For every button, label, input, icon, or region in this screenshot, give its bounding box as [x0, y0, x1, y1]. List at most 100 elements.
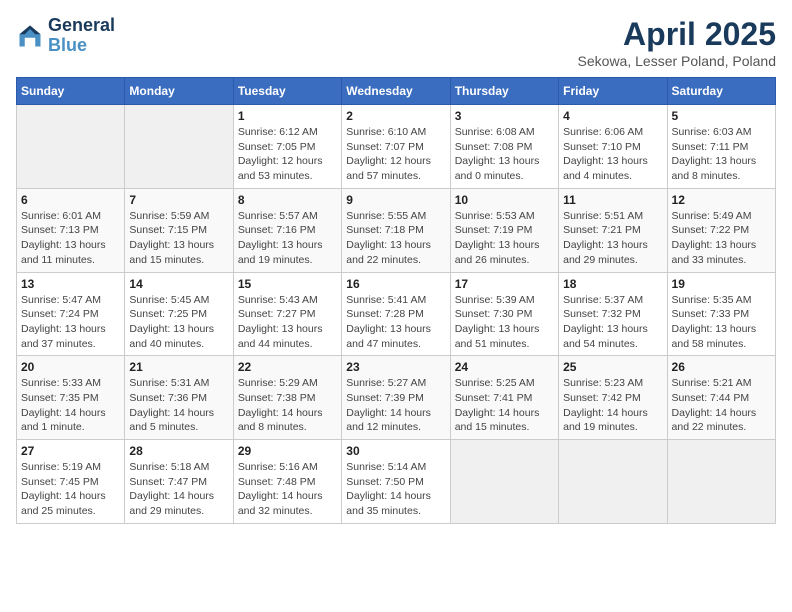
day-number: 17: [455, 277, 554, 291]
day-number: 8: [238, 193, 337, 207]
day-number: 15: [238, 277, 337, 291]
calendar-cell: 18 Sunrise: 5:37 AMSunset: 7:32 PMDayligh…: [559, 272, 667, 356]
calendar-cell: 25Sunrise: 5:23 AMSunset: 7:42 PMDayligh…: [559, 356, 667, 440]
calendar-week-row: 27Sunrise: 5:19 AMSunset: 7:45 PMDayligh…: [17, 440, 776, 524]
day-number: 24: [455, 360, 554, 374]
day-number: 5: [672, 109, 771, 123]
day-number: 3: [455, 109, 554, 123]
day-number: 25: [563, 360, 662, 374]
logo-icon: [16, 22, 44, 50]
calendar-cell: 27Sunrise: 5:19 AMSunset: 7:45 PMDayligh…: [17, 440, 125, 524]
weekday-row: SundayMondayTuesdayWednesdayThursdayFrid…: [17, 78, 776, 105]
page-header: General Blue April 2025 Sekowa, Lesser P…: [16, 16, 776, 69]
day-info: Sunrise: 5:41 AMSunset: 7:28 PMDaylight:…: [346, 293, 445, 352]
day-info: Sunrise: 5:53 AMSunset: 7:19 PMDaylight:…: [455, 209, 554, 268]
day-number: 14: [129, 277, 228, 291]
calendar-table: SundayMondayTuesdayWednesdayThursdayFrid…: [16, 77, 776, 524]
day-number: 20: [21, 360, 120, 374]
day-info: Sunrise: 5:27 AMSunset: 7:39 PMDaylight:…: [346, 376, 445, 435]
day-number: 22: [238, 360, 337, 374]
calendar-cell: 26 Sunrise: 5:21 AMSunset: 7:44 PMDayligh…: [667, 356, 775, 440]
calendar-cell: 4 Sunrise: 6:06 AMSunset: 7:10 PMDaylight…: [559, 105, 667, 189]
calendar-cell: 23 Sunrise: 5:27 AMSunset: 7:39 PMDayligh…: [342, 356, 450, 440]
day-info: Sunrise: 5:51 AMSunset: 7:21 PMDaylight:…: [563, 209, 662, 268]
calendar-cell: 22 Sunrise: 5:29 AMSunset: 7:38 PMDayligh…: [233, 356, 341, 440]
weekday-header: Wednesday: [342, 78, 450, 105]
day-number: 10: [455, 193, 554, 207]
day-info: Sunrise: 5:31 AMSunset: 7:36 PMDaylight:…: [129, 376, 228, 435]
calendar-cell: 3 Sunrise: 6:08 AMSunset: 7:08 PMDaylight…: [450, 105, 558, 189]
calendar-week-row: 13Sunrise: 5:47 AMSunset: 7:24 PMDayligh…: [17, 272, 776, 356]
day-info: Sunrise: 5:19 AMSunset: 7:45 PMDaylight:…: [21, 460, 120, 519]
weekday-header: Saturday: [667, 78, 775, 105]
day-info: Sunrise: 5:29 AMSunset: 7:38 PMDaylight:…: [238, 376, 337, 435]
calendar-cell: [559, 440, 667, 524]
calendar-cell: 14 Sunrise: 5:45 AMSunset: 7:25 PMDayligh…: [125, 272, 233, 356]
calendar-cell: 29Sunrise: 5:16 AMSunset: 7:48 PMDayligh…: [233, 440, 341, 524]
calendar-cell: 20 Sunrise: 5:33 AMSunset: 7:35 PMDayligh…: [17, 356, 125, 440]
day-number: 11: [563, 193, 662, 207]
day-number: 9: [346, 193, 445, 207]
calendar-cell: [125, 105, 233, 189]
day-number: 26: [672, 360, 771, 374]
day-number: 29: [238, 444, 337, 458]
weekday-header: Thursday: [450, 78, 558, 105]
calendar-cell: 28 Sunrise: 5:18 AMSunset: 7:47 PMDayligh…: [125, 440, 233, 524]
weekday-header: Monday: [125, 78, 233, 105]
day-number: 6: [21, 193, 120, 207]
day-info: Sunrise: 6:01 AMSunset: 7:13 PMDaylight:…: [21, 209, 120, 268]
logo-text: General Blue: [48, 16, 115, 56]
calendar-cell: 2Sunrise: 6:10 AMSunset: 7:07 PMDaylight…: [342, 105, 450, 189]
day-number: 12: [672, 193, 771, 207]
day-info: Sunrise: 5:43 AMSunset: 7:27 PMDaylight:…: [238, 293, 337, 352]
weekday-header: Tuesday: [233, 78, 341, 105]
month-title: April 2025: [578, 16, 776, 53]
day-info: Sunrise: 5:45 AMSunset: 7:25 PMDaylight:…: [129, 293, 228, 352]
calendar-body: 1 Sunrise: 6:12 AMSunset: 7:05 PMDaylight…: [17, 105, 776, 524]
calendar-cell: 11 Sunrise: 5:51 AMSunset: 7:21 PMDayligh…: [559, 188, 667, 272]
day-number: 28: [129, 444, 228, 458]
day-info: Sunrise: 5:25 AMSunset: 7:41 PMDaylight:…: [455, 376, 554, 435]
calendar-cell: 6 Sunrise: 6:01 AMSunset: 7:13 PMDaylight…: [17, 188, 125, 272]
day-info: Sunrise: 6:10 AMSunset: 7:07 PMDaylight:…: [346, 125, 445, 184]
day-number: 13: [21, 277, 120, 291]
calendar-cell: 24 Sunrise: 5:25 AMSunset: 7:41 PMDayligh…: [450, 356, 558, 440]
day-info: Sunrise: 6:12 AMSunset: 7:05 PMDaylight:…: [238, 125, 337, 184]
day-info: Sunrise: 6:08 AMSunset: 7:08 PMDaylight:…: [455, 125, 554, 184]
calendar-cell: 1 Sunrise: 6:12 AMSunset: 7:05 PMDaylight…: [233, 105, 341, 189]
day-number: 23: [346, 360, 445, 374]
calendar-cell: 7 Sunrise: 5:59 AMSunset: 7:15 PMDaylight…: [125, 188, 233, 272]
day-number: 1: [238, 109, 337, 123]
calendar-cell: 12 Sunrise: 5:49 AMSunset: 7:22 PMDayligh…: [667, 188, 775, 272]
calendar-week-row: 1 Sunrise: 6:12 AMSunset: 7:05 PMDaylight…: [17, 105, 776, 189]
day-number: 19: [672, 277, 771, 291]
weekday-header: Sunday: [17, 78, 125, 105]
day-number: 18: [563, 277, 662, 291]
day-info: Sunrise: 5:14 AMSunset: 7:50 PMDaylight:…: [346, 460, 445, 519]
title-block: April 2025 Sekowa, Lesser Poland, Poland: [578, 16, 776, 69]
calendar-cell: [450, 440, 558, 524]
day-info: Sunrise: 5:57 AMSunset: 7:16 PMDaylight:…: [238, 209, 337, 268]
calendar-cell: 16 Sunrise: 5:41 AMSunset: 7:28 PMDayligh…: [342, 272, 450, 356]
calendar-cell: 17 Sunrise: 5:39 AMSunset: 7:30 PMDayligh…: [450, 272, 558, 356]
calendar-cell: [17, 105, 125, 189]
day-number: 4: [563, 109, 662, 123]
day-number: 7: [129, 193, 228, 207]
day-info: Sunrise: 5:59 AMSunset: 7:15 PMDaylight:…: [129, 209, 228, 268]
logo-line1: General: [48, 16, 115, 36]
day-info: Sunrise: 5:39 AMSunset: 7:30 PMDaylight:…: [455, 293, 554, 352]
calendar-cell: 30Sunrise: 5:14 AMSunset: 7:50 PMDayligh…: [342, 440, 450, 524]
logo-line2: Blue: [48, 36, 115, 56]
calendar-week-row: 20 Sunrise: 5:33 AMSunset: 7:35 PMDayligh…: [17, 356, 776, 440]
day-info: Sunrise: 5:18 AMSunset: 7:47 PMDaylight:…: [129, 460, 228, 519]
day-number: 16: [346, 277, 445, 291]
calendar-cell: [667, 440, 775, 524]
calendar-cell: 13Sunrise: 5:47 AMSunset: 7:24 PMDayligh…: [17, 272, 125, 356]
day-info: Sunrise: 5:33 AMSunset: 7:35 PMDaylight:…: [21, 376, 120, 435]
day-number: 21: [129, 360, 228, 374]
day-info: Sunrise: 5:21 AMSunset: 7:44 PMDaylight:…: [672, 376, 771, 435]
day-info: Sunrise: 5:37 AMSunset: 7:32 PMDaylight:…: [563, 293, 662, 352]
weekday-header: Friday: [559, 78, 667, 105]
day-info: Sunrise: 6:06 AMSunset: 7:10 PMDaylight:…: [563, 125, 662, 184]
day-info: Sunrise: 5:49 AMSunset: 7:22 PMDaylight:…: [672, 209, 771, 268]
